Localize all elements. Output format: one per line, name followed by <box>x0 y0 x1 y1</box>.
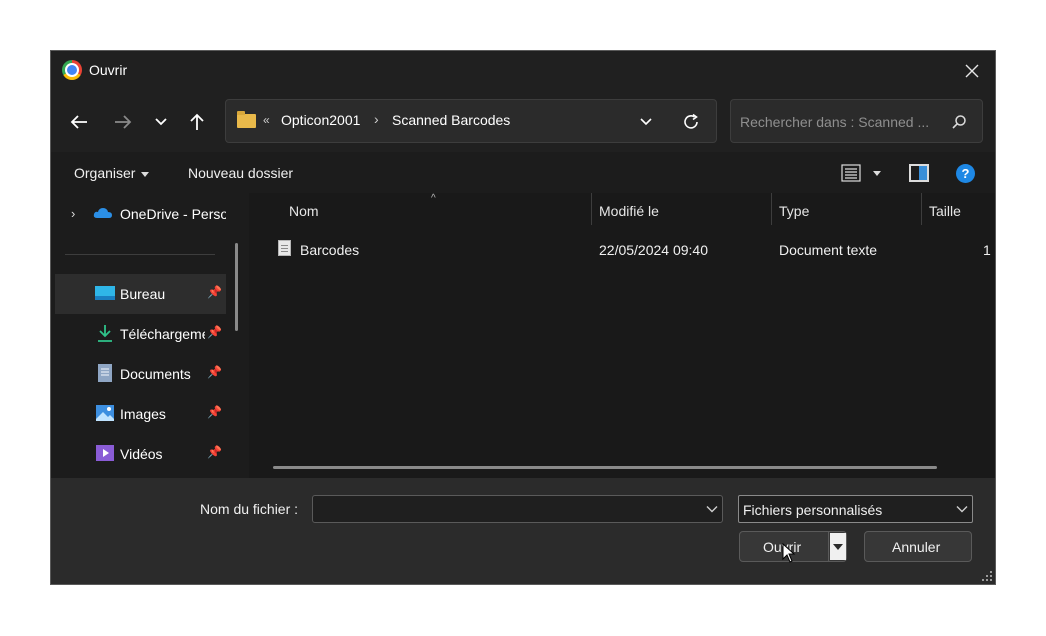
open-file-dialog: Ouvrir « Opticon2001 › Scanned Barcodes <box>50 50 996 585</box>
close-icon <box>965 64 979 77</box>
pin-icon[interactable]: 📌 <box>207 445 222 459</box>
column-header-size[interactable]: Taille <box>929 203 961 219</box>
refresh-icon <box>684 113 698 129</box>
chevron-down-icon <box>706 506 718 513</box>
open-options-dropdown[interactable] <box>830 533 846 560</box>
new-folder-button[interactable]: Nouveau dossier <box>188 165 293 181</box>
sidebar-divider <box>65 254 215 255</box>
text-file-icon <box>278 240 291 256</box>
sort-caret-icon: ^ <box>431 193 436 204</box>
file-list: ^ Nom Modifié le Type Taille Barcodes 22… <box>249 193 995 478</box>
navigation-pane: › OneDrive - Personnel Bureau 📌 Téléchar… <box>51 193 249 478</box>
dropdown-arrow-icon <box>141 171 150 177</box>
column-divider[interactable] <box>591 193 592 225</box>
column-header-name[interactable]: Nom <box>289 203 319 219</box>
address-bar[interactable]: « Opticon2001 › Scanned Barcodes <box>225 99 717 143</box>
sidebar-item-label: Documents <box>120 366 191 382</box>
chevron-down-icon <box>155 118 167 126</box>
window-title: Ouvrir <box>89 62 128 78</box>
onedrive-cloud-icon <box>93 208 112 218</box>
back-button[interactable] <box>65 108 93 136</box>
column-divider[interactable] <box>771 193 772 225</box>
sidebar-item-documents[interactable]: Documents 📌 <box>55 354 226 394</box>
filter-value: Fichiers personnalisés <box>743 502 883 518</box>
file-row[interactable]: Barcodes 22/05/2024 09:40 Document texte… <box>275 237 995 263</box>
sidebar-item-onedrive[interactable]: › OneDrive - Personnel <box>55 194 226 234</box>
mouse-cursor-icon <box>782 543 796 563</box>
close-button[interactable] <box>949 51 995 90</box>
search-icon[interactable] <box>950 113 968 131</box>
command-bar: Organiser Nouveau dossier ? <box>51 152 995 193</box>
view-details-icon[interactable] <box>841 164 861 182</box>
sidebar-item-bureau[interactable]: Bureau 📌 <box>55 274 226 314</box>
breadcrumb-overflow[interactable]: « <box>263 113 270 127</box>
sidebar-item-label: Téléchargements <box>120 326 205 342</box>
filter-dropdown-button[interactable] <box>954 501 970 517</box>
chevron-down-icon <box>640 118 652 126</box>
filename-combobox[interactable] <box>312 495 723 523</box>
resize-grip-icon[interactable] <box>982 571 992 581</box>
pin-icon[interactable]: 📌 <box>207 365 222 379</box>
sidebar-scrollbar[interactable] <box>235 243 238 331</box>
breadcrumb-opticon2001[interactable]: Opticon2001 <box>281 112 360 128</box>
breadcrumb-separator[interactable]: › <box>374 111 379 127</box>
documents-icon <box>98 364 112 382</box>
arrow-right-icon <box>115 115 132 129</box>
chrome-icon <box>62 60 82 80</box>
arrow-up-icon <box>190 113 204 130</box>
filename-label: Nom du fichier : <box>200 501 299 517</box>
preview-pane-icon[interactable] <box>909 164 929 182</box>
sidebar-item-videos[interactable]: Vidéos 📌 <box>55 434 226 474</box>
pin-icon[interactable]: 📌 <box>207 405 222 419</box>
cancel-button[interactable]: Annuler <box>864 531 972 562</box>
column-header-modified[interactable]: Modifié le <box>599 203 659 219</box>
file-name: Barcodes <box>300 242 360 258</box>
cancel-button-label: Annuler <box>892 539 941 555</box>
images-icon <box>96 405 114 421</box>
chevron-down-icon <box>956 506 968 513</box>
recent-locations-button[interactable] <box>147 108 175 136</box>
dialog-footer: Nom du fichier : Fichiers personnalisés … <box>51 478 995 584</box>
desktop-icon <box>95 286 115 300</box>
expand-chevron-icon[interactable]: › <box>71 206 75 221</box>
videos-icon <box>96 445 114 461</box>
organize-menu[interactable]: Organiser <box>74 165 150 181</box>
sidebar-item-label: OneDrive - Personnel <box>120 206 226 222</box>
refresh-button[interactable] <box>680 111 702 133</box>
download-icon <box>98 325 112 342</box>
sidebar-item-label: Images <box>120 406 166 422</box>
view-options-dropdown[interactable] <box>873 171 881 176</box>
up-button[interactable] <box>183 108 211 136</box>
arrow-left-icon <box>70 115 87 129</box>
file-size: 1 <box>983 242 991 258</box>
file-type: Document texte <box>779 242 878 258</box>
pin-icon[interactable]: 📌 <box>207 285 222 299</box>
sidebar-item-label: Vidéos <box>120 446 163 462</box>
column-divider[interactable] <box>921 193 922 225</box>
file-modified: 22/05/2024 09:40 <box>599 242 708 258</box>
split-divider <box>828 532 829 561</box>
organize-label: Organiser <box>74 165 136 181</box>
search-input[interactable] <box>740 112 940 132</box>
sidebar-item-telechargements[interactable]: Téléchargements 📌 <box>55 314 226 354</box>
address-dropdown-button[interactable] <box>636 112 656 132</box>
horizontal-scrollbar[interactable] <box>273 466 937 469</box>
folder-icon <box>237 111 256 128</box>
filename-dropdown-button[interactable] <box>704 501 720 517</box>
title-bar: Ouvrir <box>51 51 995 90</box>
column-header-type[interactable]: Type <box>779 203 809 219</box>
chevron-down-icon <box>833 543 843 550</box>
help-icon[interactable]: ? <box>956 164 975 183</box>
sidebar-item-images[interactable]: Images 📌 <box>55 394 226 434</box>
filename-input[interactable] <box>319 500 689 518</box>
file-type-filter[interactable]: Fichiers personnalisés <box>738 495 973 523</box>
search-box[interactable] <box>730 99 983 143</box>
sidebar-item-label: Bureau <box>120 286 166 302</box>
forward-button[interactable] <box>109 108 137 136</box>
breadcrumb-scanned-barcodes[interactable]: Scanned Barcodes <box>392 112 510 128</box>
pin-icon[interactable]: 📌 <box>207 325 222 339</box>
navigation-bar: « Opticon2001 › Scanned Barcodes <box>51 90 995 152</box>
